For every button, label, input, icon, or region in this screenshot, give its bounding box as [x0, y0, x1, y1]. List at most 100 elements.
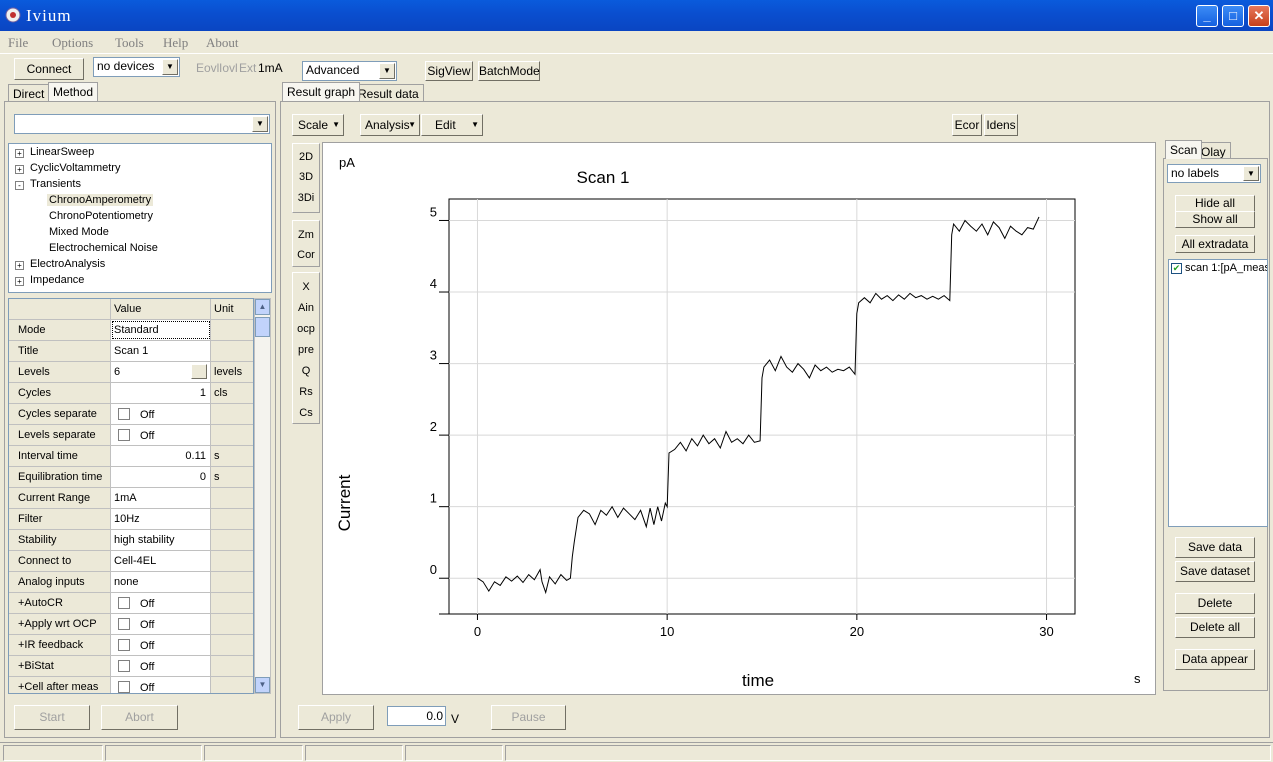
expand-icon[interactable]: + [15, 149, 24, 158]
show-all-button[interactable]: Show all [1175, 211, 1255, 228]
view-2d-button[interactable]: 2D [293, 151, 319, 163]
zoom-button[interactable]: Zm [293, 229, 319, 241]
param-value[interactable]: Off [111, 425, 211, 445]
scale-button[interactable]: Scale ▼ [292, 114, 344, 136]
method-combo[interactable]: ▼ [14, 114, 270, 134]
ocp-button[interactable]: ocp [293, 323, 319, 335]
sigview-button[interactable]: SigView [425, 61, 473, 81]
idens-button[interactable]: Idens [984, 114, 1018, 136]
levels-edit-button[interactable] [191, 364, 207, 379]
param-checkbox[interactable] [118, 681, 130, 693]
grid-scrollbar[interactable]: ▲ ▼ [254, 298, 271, 694]
menu-tools[interactable]: Tools [115, 35, 144, 51]
tree-item-mixed-mode[interactable]: Mixed Mode [49, 226, 109, 238]
tree-item-electrochemical-noise[interactable]: Electrochemical Noise [49, 242, 158, 254]
param-value[interactable]: high stability [111, 530, 211, 550]
view-3di-button[interactable]: 3Di [293, 192, 319, 204]
menu-help[interactable]: Help [163, 35, 188, 51]
param-value[interactable]: Off [111, 593, 211, 613]
delete-all-button[interactable]: Delete all [1175, 617, 1255, 638]
minimize-button[interactable]: _ [1196, 5, 1218, 27]
param-value[interactable]: 10Hz [111, 509, 211, 529]
menu-about[interactable]: About [206, 35, 239, 51]
close-button[interactable]: ✕ [1248, 5, 1270, 27]
x-button[interactable]: X [293, 281, 319, 293]
param-unit [211, 425, 253, 445]
save-data-button[interactable]: Save data [1175, 537, 1255, 558]
labels-select[interactable]: no labels ▼ [1167, 164, 1261, 183]
device-select[interactable]: no devices ▼ [93, 57, 180, 77]
tree-item-linearsweep[interactable]: LinearSweep [30, 146, 94, 158]
param-checkbox[interactable] [118, 597, 130, 609]
chevron-down-icon: ▼ [379, 63, 395, 79]
view-3d-button[interactable]: 3D [293, 171, 319, 183]
expand-icon[interactable]: + [15, 277, 24, 286]
ain-button[interactable]: Ain [293, 302, 319, 314]
delete-button[interactable]: Delete [1175, 593, 1255, 614]
tree-item-chronoamperometry[interactable]: ChronoAmperometry [47, 194, 154, 206]
scroll-thumb[interactable] [255, 317, 270, 337]
pre-button[interactable]: pre [293, 344, 319, 356]
param-value[interactable]: Standard [111, 320, 211, 340]
param-value[interactable]: Off [111, 677, 211, 693]
edit-button[interactable]: Edit ▼ [421, 114, 483, 136]
param-checkbox[interactable] [118, 639, 130, 651]
param-value[interactable]: 0 [111, 467, 211, 487]
tree-item-cyclicvoltammetry[interactable]: CyclicVoltammetry [30, 162, 120, 174]
param-checkbox[interactable] [118, 660, 130, 672]
scroll-up-icon[interactable]: ▲ [255, 299, 270, 315]
scroll-down-icon[interactable]: ▼ [255, 677, 270, 693]
param-value[interactable]: Off [111, 635, 211, 655]
cor-button[interactable]: Cor [293, 249, 319, 261]
hide-all-button[interactable]: Hide all [1175, 195, 1255, 212]
plot-area[interactable]: 0 10 20 30 0 1 2 3 4 5 Scan 1 time Current pA s [322, 142, 1156, 695]
menu-file[interactable]: File [8, 35, 28, 51]
maximize-button[interactable]: □ [1222, 5, 1244, 27]
batchmode-button[interactable]: BatchMode [478, 61, 540, 81]
tab-scan[interactable]: Scan [1165, 140, 1203, 159]
q-button[interactable]: Q [293, 365, 319, 377]
all-extradata-button[interactable]: All extradata [1175, 235, 1255, 253]
param-value[interactable]: 6 [111, 362, 211, 382]
expand-icon[interactable]: + [15, 261, 24, 270]
param-checkbox[interactable] [118, 408, 130, 420]
param-value[interactable]: Off [111, 656, 211, 676]
voltage-input[interactable]: 0.0 [387, 706, 446, 726]
param-value[interactable]: Off [111, 404, 211, 424]
param-unit [211, 572, 253, 592]
scan-checkbox[interactable]: ✔ [1171, 263, 1182, 274]
mode-select[interactable]: Advanced ▼ [302, 61, 397, 81]
start-button[interactable]: Start [14, 705, 90, 730]
param-value[interactable]: 1mA [111, 488, 211, 508]
tree-item-impedance[interactable]: Impedance [30, 274, 84, 286]
tree-item-transients[interactable]: Transients [30, 178, 81, 190]
connect-button[interactable]: Connect [14, 58, 84, 80]
tree-item-electroanalysis[interactable]: ElectroAnalysis [30, 258, 105, 270]
status-segment [3, 745, 103, 761]
tab-result-graph[interactable]: Result graph [282, 82, 361, 101]
abort-button[interactable]: Abort [101, 705, 178, 730]
cs-button[interactable]: Cs [293, 407, 319, 419]
expand-icon[interactable]: + [15, 165, 24, 174]
data-appear-button[interactable]: Data appear [1175, 649, 1255, 670]
param-unit [211, 614, 253, 634]
rs-button[interactable]: Rs [293, 386, 319, 398]
ecor-button[interactable]: Ecor [952, 114, 982, 136]
param-value[interactable]: Cell-4EL [111, 551, 211, 571]
scan-item-label[interactable]: scan 1:[pA_meas [1185, 262, 1267, 274]
tab-method[interactable]: Method [48, 82, 99, 101]
param-value[interactable]: Scan 1 [111, 341, 211, 361]
apply-button[interactable]: Apply [298, 705, 374, 730]
param-checkbox[interactable] [118, 618, 130, 630]
param-checkbox[interactable] [118, 429, 130, 441]
param-value[interactable]: none [111, 572, 211, 592]
tree-item-chronopotentiometry[interactable]: ChronoPotentiometry [49, 210, 153, 222]
menu-options[interactable]: Options [52, 35, 93, 51]
param-value[interactable]: Off [111, 614, 211, 634]
save-dataset-button[interactable]: Save dataset [1175, 561, 1255, 582]
pause-button[interactable]: Pause [491, 705, 566, 730]
param-value[interactable]: 1 [111, 383, 211, 403]
analysis-button[interactable]: Analysis ▼ [360, 114, 420, 136]
param-value[interactable]: 0.11 [111, 446, 211, 466]
collapse-icon[interactable]: - [15, 181, 24, 190]
